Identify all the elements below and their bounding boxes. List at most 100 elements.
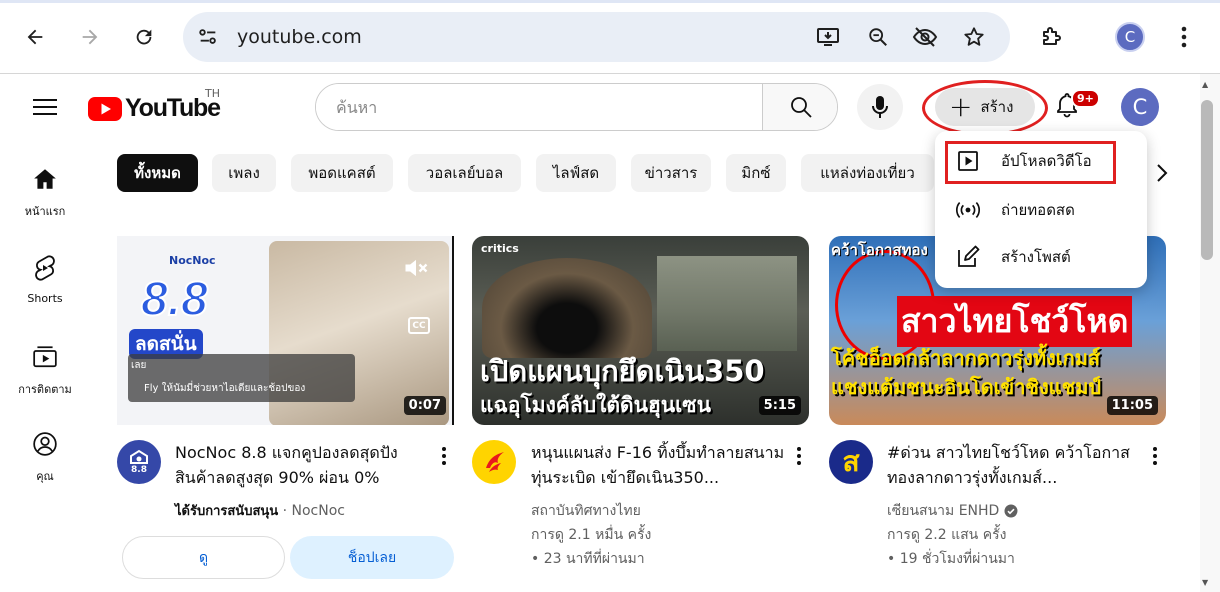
- install-app-icon[interactable]: [815, 24, 841, 50]
- channel-line: เซียนสนาม ENHD: [887, 500, 1018, 522]
- scrollbar-thumb[interactable]: [1201, 100, 1213, 260]
- chip-news[interactable]: ข่าวสาร: [631, 154, 711, 192]
- channel-avatar-2[interactable]: [472, 440, 516, 484]
- nocnoc-logo-icon: [130, 449, 148, 464]
- reload-button[interactable]: [127, 20, 161, 54]
- browser-profile-avatar[interactable]: C: [1115, 22, 1145, 52]
- hamburger-icon: [33, 99, 57, 115]
- sidebar-item-label: หน้าแรก: [24, 205, 66, 218]
- menu-item-go-live[interactable]: ถ่ายทอดสด: [935, 188, 1147, 232]
- verified-check-icon: [1004, 504, 1018, 518]
- search-box: [315, 83, 838, 131]
- sidebar-item-subscriptions[interactable]: การติดตาม: [0, 344, 90, 398]
- thumbnail-headline: เปิดแผนบุกยึดเนิน350: [480, 354, 765, 388]
- channel-name[interactable]: สถาบันทิศทางไทย: [531, 500, 641, 522]
- video-more-button[interactable]: [789, 444, 809, 468]
- view-count: การดู 2.2 แสน ครั้ง: [887, 527, 1007, 543]
- video-duration: 11:05: [1106, 396, 1158, 415]
- menu-item-label: สร้างโพสต์: [1001, 248, 1071, 266]
- upload-age: • 23 นาทีที่ผ่านมา: [531, 551, 645, 567]
- tracking-protection-icon[interactable]: [912, 24, 938, 50]
- site-settings-icon[interactable]: [195, 24, 221, 50]
- youtube-play-icon: [88, 96, 122, 121]
- chip-mixes[interactable]: มิกซ์: [726, 154, 786, 192]
- video-duration: 5:15: [758, 396, 801, 415]
- chip-all[interactable]: ทั้งหมด: [117, 154, 198, 192]
- puzzle-icon: [1043, 27, 1061, 45]
- thumbnail-subline-2: แชงแต้มชนะอินโดเข้าชิงแชมป์: [831, 375, 1102, 399]
- subscriptions-icon: [33, 346, 57, 368]
- chip-live[interactable]: ไลฟ์สด: [536, 154, 616, 192]
- chips-next-button[interactable]: [1147, 158, 1177, 188]
- video-title[interactable]: NocNoc 8.8 แจกคูปองลดสุดปัง สินค้าลดสูงส…: [175, 440, 437, 490]
- forward-arrow-icon: [82, 29, 98, 45]
- thumbnail-subline: โค้ชอ็อดกล้าลากดาวรุ่งทั้งเกมส์: [831, 346, 1101, 370]
- search-icon: [791, 97, 812, 118]
- search-input[interactable]: [316, 84, 762, 130]
- zoom-icon[interactable]: [865, 24, 891, 50]
- address-bar[interactable]: youtube.com: [183, 12, 1010, 62]
- sidebar-item-shorts[interactable]: Shorts: [0, 254, 90, 305]
- extensions-button[interactable]: [1034, 20, 1068, 54]
- voice-search-button[interactable]: [857, 84, 903, 130]
- ad-view-button[interactable]: ดู: [122, 536, 285, 579]
- upload-age: • 19 ชั่วโมงที่ผ่านมา: [887, 551, 1015, 567]
- advertiser-name[interactable]: · NocNoc: [278, 503, 345, 519]
- channel-name[interactable]: เซียนสนาม ENHD: [887, 500, 999, 522]
- sponsored-line: ได้รับการสนับสนุน · NocNoc: [175, 500, 345, 521]
- notification-count-badge: 9+: [1071, 89, 1100, 108]
- soldiers-image: [657, 256, 797, 351]
- channel-avatar-3[interactable]: ส: [829, 440, 873, 484]
- video-more-button[interactable]: [1145, 444, 1165, 468]
- channel-logo-glyph: ส: [842, 445, 860, 478]
- url-text[interactable]: youtube.com: [237, 26, 362, 48]
- forward-button[interactable]: [73, 20, 107, 54]
- microphone-icon: [872, 96, 888, 118]
- ad-shop-now-button[interactable]: ช็อปเลย: [290, 536, 454, 579]
- chip-music[interactable]: เพลง: [212, 154, 276, 192]
- scroll-down-arrow-icon[interactable]: ▼: [1202, 578, 1208, 587]
- menu-item-create-post[interactable]: สร้างโพสต์: [935, 235, 1147, 279]
- video-thumbnail-ad[interactable]: NocNoc 8.8 ลดสนั่น เลย Fly ให้นัมมี่ช่วย…: [117, 236, 454, 425]
- video-title[interactable]: #ด่วน สาวไทยโชว์โหด คว้าโอกาสทองลากดาวรุ…: [887, 440, 1149, 490]
- sidebar-item-label: คุณ: [36, 470, 54, 483]
- video-title[interactable]: หนุนแผนส่ง F-16 ทิ้งบึ้มทำลายสนามทุ่นระเ…: [531, 440, 793, 490]
- scroll-up-arrow-icon[interactable]: ▲: [1202, 80, 1208, 89]
- upload-video-highlight-annotation: [945, 141, 1116, 184]
- video-more-button[interactable]: [434, 444, 454, 468]
- browser-toolbar: youtube.com C: [0, 0, 1220, 74]
- create-post-icon: [955, 244, 981, 270]
- bookmark-star-icon[interactable]: [961, 24, 987, 50]
- thumbnail-headline: สาวไทยโชว์โหด: [897, 296, 1133, 347]
- sidebar-item-home[interactable]: หน้าแรก: [0, 166, 90, 220]
- ad-big-number: 8.8: [140, 272, 209, 327]
- reload-icon: [136, 29, 152, 45]
- flame-logo-icon: [486, 452, 504, 472]
- view-count: การดู 2.1 หมื่น ครั้ง: [531, 527, 652, 543]
- mute-icon[interactable]: [402, 254, 430, 286]
- menu-item-label: ถ่ายทอดสด: [1001, 201, 1075, 219]
- create-button-highlight-annotation: [922, 80, 1048, 136]
- youtube-logo[interactable]: YouTube: [88, 94, 221, 123]
- video-thumbnail-2[interactable]: critics เปิดแผนบุกยึดเนิน350 แฉอุโมงค์ลั…: [472, 236, 809, 425]
- sidebar-item-you[interactable]: คุณ: [0, 431, 90, 485]
- browser-menu-button[interactable]: [1167, 20, 1201, 54]
- captions-icon[interactable]: CC: [408, 317, 430, 334]
- chip-podcasts[interactable]: พอดแคสต์: [291, 154, 393, 192]
- more-vert-icon: [1181, 26, 1187, 48]
- thumbnail-subline: แฉอุโมงค์ลับใต้ดินฮุนเซน: [480, 393, 711, 417]
- back-button[interactable]: [18, 20, 52, 54]
- video-duration: 0:07: [403, 396, 446, 415]
- channel-avatar-nocnoc[interactable]: 8.8: [117, 440, 161, 484]
- search-button[interactable]: [762, 84, 837, 130]
- chip-volleyball[interactable]: วอลเลย์บอล: [408, 154, 521, 192]
- chip-travel-destinations[interactable]: แหล่งท่องเที่ยว: [801, 154, 934, 192]
- home-icon: [34, 169, 56, 189]
- country-code: TH: [205, 87, 220, 100]
- thumbnail-top-text: คว้าโอกาสทอง: [831, 241, 928, 259]
- channel-watermark: critics: [481, 242, 519, 255]
- avatar-label: 8.8: [131, 465, 147, 475]
- guide-menu-button[interactable]: [33, 97, 57, 121]
- tab-strip-edge: [0, 0, 1220, 3]
- account-avatar[interactable]: C: [1121, 88, 1159, 126]
